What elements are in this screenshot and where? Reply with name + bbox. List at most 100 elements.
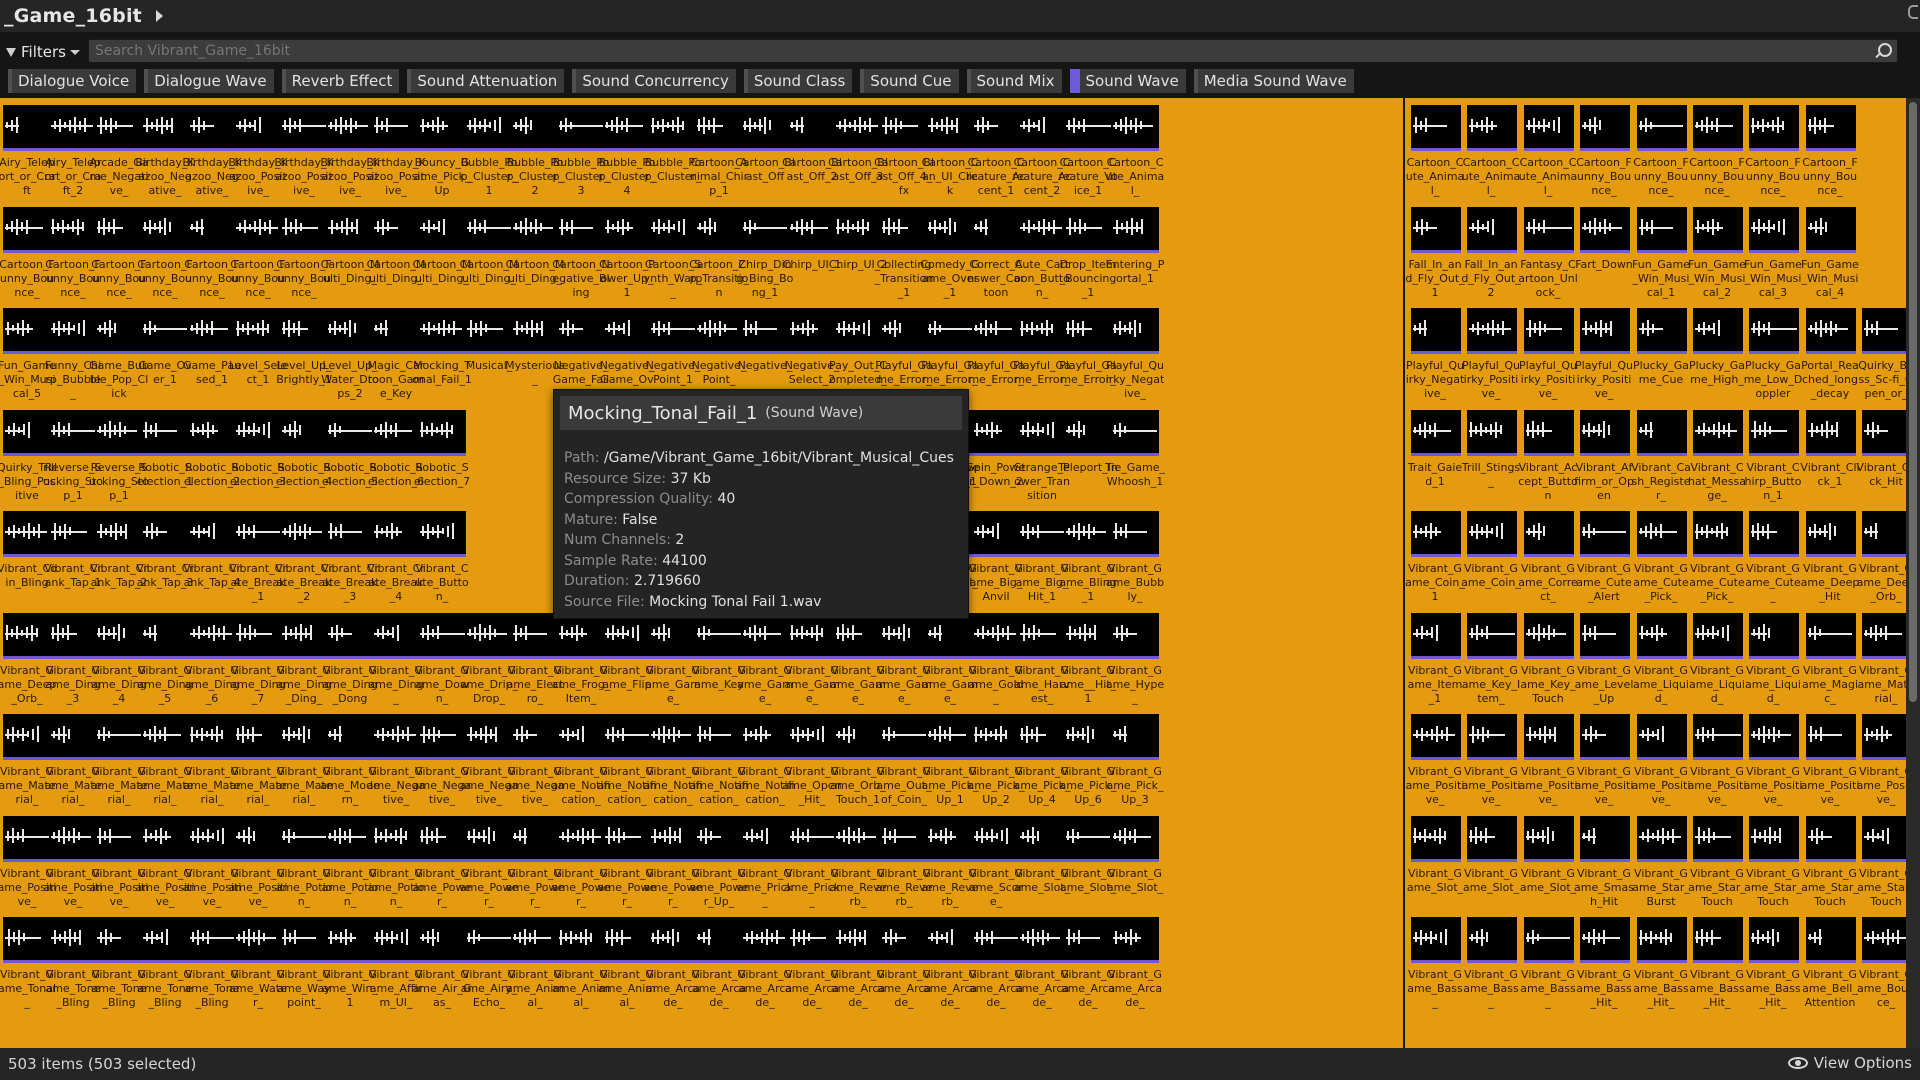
asset-tile[interactable]: Vibrant_Game_Cute_Pick_ xyxy=(1689,507,1747,607)
asset-tile[interactable]: Vibrant_Game_Bass_ xyxy=(1463,913,1521,1013)
search-icon[interactable] xyxy=(1874,42,1892,60)
asset-tile[interactable]: Trait_Gaied_1 xyxy=(1408,406,1465,506)
asset-tile[interactable]: Vibrant_Game_Positive_ xyxy=(1406,710,1465,810)
asset-tile[interactable]: Vibrant_Game_Pick_Up_3 xyxy=(1106,710,1164,810)
asset-tile[interactable]: Vibrant_Game_Star_Touch xyxy=(1744,812,1803,912)
asset-tile[interactable]: Vibrant_Game_Slot_ xyxy=(1520,812,1578,912)
asset-tile[interactable]: Vibrant_Game_Cute_ xyxy=(1745,507,1803,607)
asset-tile[interactable]: Vibrant_Game_Bubbly_ xyxy=(1106,507,1164,607)
asset-tile[interactable]: Cartoon_Cute_Animal_ xyxy=(1519,101,1578,201)
type-filter-media-sound-wave[interactable]: Media Sound Wave xyxy=(1193,69,1354,93)
asset-tile[interactable]: Portal_Reached_long_decay xyxy=(1801,304,1860,404)
asset-tile[interactable]: Vibrant_Affirm_or_Open xyxy=(1574,406,1634,506)
asset-tile[interactable]: Vibrant_Game_Positive_ xyxy=(1519,710,1578,810)
asset-tile[interactable]: Playful_Quirky_Positive_ xyxy=(1462,304,1521,404)
type-filter-sound-concurrency[interactable]: Sound Concurrency xyxy=(572,69,736,93)
asset-tile[interactable]: Plucky_Game_High_ xyxy=(1689,304,1747,404)
asset-tile[interactable]: Playful_Quirky_Positive_ xyxy=(1519,304,1578,404)
asset-tile[interactable]: Vibrant_Game_Correct_ xyxy=(1518,507,1578,607)
asset-tile[interactable]: Trill_Stings_ xyxy=(1462,406,1521,506)
asset-tile[interactable]: Fun_Game_Win_Musical_4 xyxy=(1801,203,1860,303)
asset-tile[interactable]: Vibrant_Game_Positive_ xyxy=(1688,710,1747,810)
asset-tile[interactable]: Vibrant_Game_Bass_Hit_ xyxy=(1576,913,1634,1013)
asset-tile[interactable]: Plucky_Game_Cue xyxy=(1633,304,1691,404)
asset-tile[interactable]: Fall_In_and_Fly_Out_1 xyxy=(1405,203,1465,303)
scrollbar-thumb[interactable] xyxy=(1909,102,1917,702)
asset-tile[interactable]: Fun_Game_Win_Musical_3 xyxy=(1744,203,1803,303)
lock-icon[interactable] xyxy=(1908,5,1918,19)
asset-tile[interactable]: Vibrant_Game_Arcade_ xyxy=(1108,913,1162,1013)
asset-tile[interactable]: Vibrant_Chirp_Button_1 xyxy=(1745,406,1803,506)
asset-tile[interactable]: Vibrant_Game_Coin_ xyxy=(1461,507,1521,607)
asset-tile[interactable]: Vibrant_Game_Liquid_ xyxy=(1633,609,1691,709)
asset-tile[interactable]: Vibrant_Game_Slot_ xyxy=(1407,812,1465,912)
type-filter-sound-mix[interactable]: Sound Mix xyxy=(966,69,1062,93)
asset-tile[interactable]: Cartoon_Funny_Bounce_ xyxy=(1689,101,1747,201)
asset-tile[interactable]: Vibrant_Chat_Message_ xyxy=(1688,406,1747,506)
asset-tile[interactable]: Cartoon_Funny_Bounce_ xyxy=(1576,101,1634,201)
asset-tile[interactable]: Vibrant_Game_Cute_Pick_ xyxy=(1633,507,1691,607)
asset-tile[interactable]: Cartoon_Cute_Animal_ xyxy=(1106,101,1164,201)
asset-tile[interactable]: Vibrant_Game_Star_Burst xyxy=(1632,812,1691,912)
asset-tile[interactable]: Vibrant_Game_Positive_ xyxy=(1744,710,1803,810)
type-filter-reverb-effect[interactable]: Reverb Effect xyxy=(281,69,400,93)
asset-tile[interactable]: Vibrant_Game_Slot_ xyxy=(1463,812,1521,912)
asset-tile[interactable]: Cartoon_Funny_Bounce_ xyxy=(1802,101,1860,201)
asset-tile[interactable]: Vibrant_Game_Level_Up xyxy=(1575,609,1634,709)
asset-tile[interactable]: Tie_Game_Whoosh_1 xyxy=(1105,406,1165,506)
asset-tile[interactable]: Vibrant_Game_Bell_Attention xyxy=(1802,913,1860,1013)
asset-tile[interactable]: Entering_Portal_1 xyxy=(1106,203,1164,303)
asset-tile[interactable]: Playful_Quirky_Negative_ xyxy=(1406,304,1465,404)
asset-tile[interactable]: Vibrant_Game_Liquid_ xyxy=(1745,609,1803,709)
asset-tile[interactable]: Vibrant_Game_Liquid_ xyxy=(1689,609,1747,709)
asset-tile[interactable]: Fun_Game_Win_Musical_1 xyxy=(1632,203,1691,303)
asset-tile[interactable]: Vibrant_Click_1 xyxy=(1800,406,1860,506)
asset-tile[interactable]: Vibrant_Game_Hype_ xyxy=(1106,609,1164,709)
view-options-button[interactable]: View Options xyxy=(1787,1054,1912,1072)
asset-tile[interactable]: Vibrant_Game_Positive_ xyxy=(1575,710,1634,810)
asset-tile[interactable]: Fall_In_and_Fly_Out_2 xyxy=(1461,203,1521,303)
asset-tile[interactable]: Vibrant_Game_Cute_Alert xyxy=(1576,507,1634,607)
asset-tile[interactable]: Vibrant_Game_Key_Touch xyxy=(1520,609,1578,709)
asset-tile[interactable]: Vibrant_Accept_Button xyxy=(1518,406,1578,506)
type-filter-sound-attenuation[interactable]: Sound Attenuation xyxy=(407,69,565,93)
asset-tile[interactable]: Playful_Quirky_Positive_ xyxy=(1575,304,1634,404)
type-filter-dialogue-wave[interactable]: Dialogue Wave xyxy=(144,69,274,93)
filters-button[interactable]: Filters xyxy=(0,40,88,64)
type-filter-sound-wave[interactable]: Sound Wave xyxy=(1069,69,1186,93)
asset-tile[interactable]: Vibrant_Game_Bass_ xyxy=(1407,913,1465,1013)
asset-tile[interactable]: Vibrant_Game_Bass_Hit_ xyxy=(1745,913,1803,1013)
asset-tile[interactable]: Vibrant_Game_Positive_ xyxy=(1801,710,1860,810)
asset-tile[interactable]: Cartoon_Funny_Bounce_ xyxy=(1633,101,1691,201)
asset-tile[interactable]: Vibrant_Game_Coin_1 xyxy=(1405,507,1465,607)
asset-tile[interactable]: Vibrant_Game_Positive_ xyxy=(1462,710,1521,810)
asset-tile[interactable]: Cartoon_Funny_Bounce_ xyxy=(1745,101,1803,201)
asset-tile[interactable]: Vibrant_Game_Key_Item_ xyxy=(1462,609,1521,709)
asset-tile[interactable]: Vibrant_Game_Deep_Hit xyxy=(1801,507,1860,607)
asset-tile[interactable]: Vibrant_Game_Star_Touch xyxy=(1688,812,1747,912)
asset-tile[interactable]: Vibrant_Cash_Register_ xyxy=(1631,406,1691,506)
asset-tile[interactable]: Fantasy_Cartoon_Unlock_ xyxy=(1518,203,1578,303)
asset-tile[interactable]: Vibrant_Game_Bass_Hit_ xyxy=(1633,913,1691,1013)
asset-tile[interactable]: Vibrant_Game_Item_1 xyxy=(1408,609,1465,709)
asset-tile[interactable]: Vibrant_Game_Bass_ xyxy=(1520,913,1578,1013)
asset-tile[interactable]: Vibrant_Game_Smash_Hit xyxy=(1574,812,1634,912)
asset-tile[interactable]: Robotic_Selection_7 xyxy=(414,406,470,506)
asset-tile[interactable]: Fart_Down xyxy=(1575,203,1634,303)
asset-tile[interactable]: Playful_Quirky_Negative_ xyxy=(1106,304,1164,404)
asset-tile[interactable]: Vibrant_Game_Magic_ xyxy=(1802,609,1860,709)
search-input[interactable] xyxy=(88,39,1898,63)
asset-tile[interactable]: Plucky_Game_Low_Doppler xyxy=(1744,304,1803,404)
type-filter-sound-class[interactable]: Sound Class xyxy=(743,69,853,93)
type-filter-dialogue-voice[interactable]: Dialogue Voice xyxy=(8,69,137,93)
asset-tile[interactable]: Cartoon_Cute_Animal_ xyxy=(1462,101,1521,201)
asset-tile[interactable]: Vibrant_Game_Star_Touch xyxy=(1801,812,1860,912)
asset-tile[interactable]: Fun_Game_Win_Musical_2 xyxy=(1688,203,1747,303)
asset-tile[interactable]: Vibrant_Game_Slot_ xyxy=(1107,812,1163,912)
type-filter-sound-cue[interactable]: Sound Cue xyxy=(860,69,959,93)
asset-tile[interactable]: Cartoon_Cute_Animal_ xyxy=(1406,101,1465,201)
asset-tile[interactable]: Vibrant_Game_Positive_ xyxy=(1632,710,1691,810)
asset-tile[interactable]: Vibrant_Cute_Button_ xyxy=(415,507,469,607)
asset-tile[interactable]: Vibrant_Game_Bass_Hit_ xyxy=(1689,913,1747,1013)
path-arrow-icon[interactable] xyxy=(155,10,163,22)
